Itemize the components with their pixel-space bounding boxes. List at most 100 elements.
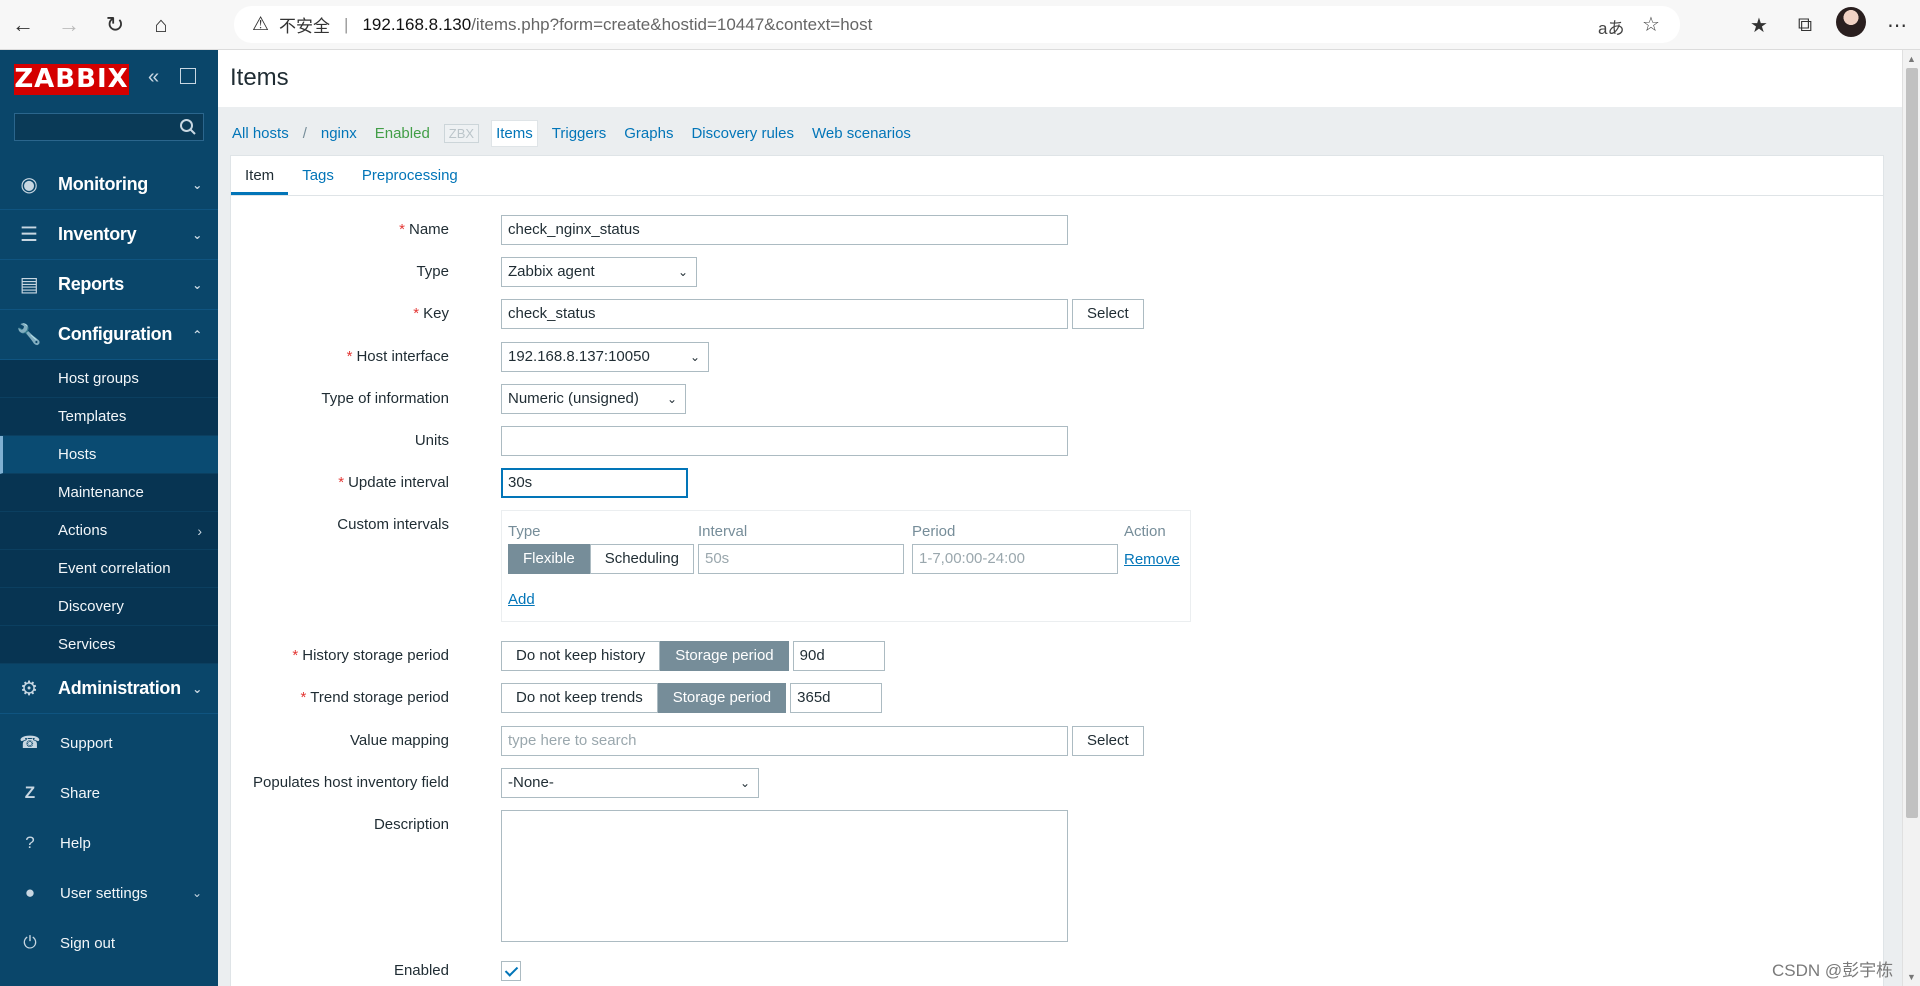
more-icon[interactable]: ⋯ [1874, 13, 1920, 38]
form-row-type: Type Zabbix agent ⌄ [231, 257, 1831, 287]
headset-icon: ☎ [19, 733, 41, 752]
submenu-services[interactable]: Services [0, 626, 218, 664]
add-favorite-icon[interactable]: ☆ [1642, 12, 1660, 37]
host-interface-select[interactable]: 192.168.8.137:10050 ⌄ [501, 342, 709, 372]
key-select-button[interactable]: Select [1072, 299, 1144, 329]
menu-configuration[interactable]: 🔧 Configuration ⌃ [0, 310, 218, 360]
profile-avatar[interactable] [1828, 7, 1874, 43]
menu-monitoring[interactable]: ◉ Monitoring ⌄ [0, 160, 218, 210]
menu-administration[interactable]: ⚙ Administration ⌄ [0, 664, 218, 714]
favorites-icon[interactable]: ★ [1736, 13, 1782, 38]
menu-inventory[interactable]: ☰ Inventory ⌄ [0, 210, 218, 260]
page-scrollbar[interactable]: ▲ ▼ [1902, 50, 1920, 986]
history-do-not-keep-option[interactable]: Do not keep history [501, 641, 661, 671]
trend-mode-toggle: Do not keep trends Storage period [501, 683, 787, 713]
chevron-up-icon: ⌃ [192, 328, 202, 342]
history-storage-period-option[interactable]: Storage period [660, 641, 789, 671]
menu-sign-out[interactable]: ⏻ Sign out [0, 918, 218, 968]
read-aloud-icon[interactable]: aあ [1598, 14, 1624, 39]
key-input[interactable]: check_status [501, 299, 1068, 329]
value-mapping-label: Value mapping [350, 732, 449, 749]
wrench-icon: 🔧 [16, 324, 42, 346]
enabled-checkbox[interactable] [501, 961, 521, 981]
submenu-event-correlation[interactable]: Event correlation [0, 550, 218, 588]
ci-header-action: Action [1124, 523, 1166, 540]
trend-period-input[interactable]: 365d [790, 683, 883, 713]
breadcrumb: All hosts / nginx Enabled ZBX Items Trig… [228, 118, 925, 148]
breadcrumb-all-hosts[interactable]: All hosts [228, 121, 293, 146]
submenu-hosts[interactable]: Hosts [0, 436, 218, 474]
breadcrumb-triggers[interactable]: Triggers [548, 121, 610, 146]
gear-icon: ⚙ [20, 678, 38, 700]
forward-icon[interactable]: → [46, 0, 92, 50]
sidebar-search-input[interactable] [14, 113, 204, 141]
trend-storage-period-option[interactable]: Storage period [657, 683, 787, 713]
form-row-inventory: Populates host inventory field -None- ⌄ [231, 768, 1831, 798]
description-textarea[interactable] [501, 810, 1068, 942]
menu-user-settings[interactable]: ● User settings ⌄ [0, 868, 218, 918]
tab-preprocessing[interactable]: Preprocessing [348, 156, 472, 195]
ci-scheduling-option[interactable]: Scheduling [589, 544, 694, 574]
value-mapping-input[interactable]: type here to search [501, 726, 1068, 756]
custom-intervals-table: Type Interval Period Action Flexible Sch… [501, 510, 1191, 622]
tab-tags[interactable]: Tags [288, 156, 348, 195]
tab-item[interactable]: Item [231, 156, 289, 195]
menu-label: Administration [58, 678, 181, 698]
units-input[interactable] [501, 426, 1068, 456]
logo-row: ZABBIX « [0, 50, 218, 106]
home-icon[interactable]: ⌂ [138, 0, 184, 50]
scroll-thumb[interactable] [1906, 68, 1918, 818]
menu-label: Help [60, 834, 91, 852]
ci-flexible-option[interactable]: Flexible [508, 544, 590, 574]
menu-label: Support [60, 734, 113, 752]
breadcrumb-web-scenarios[interactable]: Web scenarios [808, 121, 915, 146]
menu-reports[interactable]: ▤ Reports ⌄ [0, 260, 218, 310]
name-label: * Name [399, 221, 449, 238]
back-icon[interactable]: ← [0, 0, 46, 50]
collapse-sidebar-icon[interactable]: « [148, 66, 159, 89]
menu-help[interactable]: ? Help [0, 818, 218, 868]
address-bar[interactable]: ⚠ 不安全 | 192.168.8.130/items.php?form=cre… [234, 6, 1680, 43]
form-row-host-interface: * Host interface 192.168.8.137:10050 ⌄ [231, 342, 1831, 372]
ci-period-input[interactable]: 1-7,00:00-24:00 [912, 544, 1118, 574]
ci-interval-input[interactable]: 50s [698, 544, 904, 574]
breadcrumb-items[interactable]: Items [491, 119, 538, 147]
ci-add-link[interactable]: Add [508, 591, 535, 608]
ci-remove-link[interactable]: Remove [1124, 551, 1180, 568]
units-label: Units [414, 432, 449, 449]
type-info-select[interactable]: Numeric (unsigned) ⌄ [501, 384, 686, 414]
breadcrumb-host[interactable]: nginx [317, 121, 361, 146]
update-interval-input[interactable]: 30s [501, 468, 688, 498]
host-status-enabled[interactable]: Enabled [371, 121, 434, 146]
item-form-panel: Item Tags Preprocessing * Name check_ngin… [230, 155, 1884, 986]
user-icon: ● [24, 883, 36, 902]
eye-icon: ◉ [20, 174, 38, 196]
submenu-discovery[interactable]: Discovery [0, 588, 218, 626]
history-period-input[interactable]: 90d [792, 641, 885, 671]
type-select[interactable]: Zabbix agent ⌄ [501, 257, 697, 287]
kiosk-mode-icon[interactable] [180, 68, 196, 84]
url-separator: | [344, 14, 349, 34]
scroll-down-icon[interactable]: ▼ [1907, 972, 1916, 982]
form-row-key: * Key check_status Select [231, 299, 1831, 329]
scroll-up-icon[interactable]: ▲ [1907, 54, 1916, 64]
menu-share[interactable]: Z Share [0, 768, 218, 818]
collections-icon[interactable]: ⧉ [1782, 14, 1828, 37]
submenu-host-groups[interactable]: Host groups [0, 360, 218, 398]
value-mapping-select-button[interactable]: Select [1072, 726, 1144, 756]
zabbix-logo[interactable]: ZABBIX [14, 64, 129, 95]
name-input[interactable]: check_nginx_status [501, 215, 1068, 245]
chevron-down-icon: ⌄ [689, 350, 700, 364]
reload-icon[interactable]: ↻ [92, 0, 138, 50]
breadcrumb-graphs[interactable]: Graphs [620, 121, 677, 146]
search-icon[interactable] [179, 118, 197, 136]
submenu-templates[interactable]: Templates [0, 398, 218, 436]
submenu-maintenance[interactable]: Maintenance [0, 474, 218, 512]
ci-header-type: Type [508, 523, 541, 540]
breadcrumb-discovery-rules[interactable]: Discovery rules [687, 121, 798, 146]
inventory-select[interactable]: -None- ⌄ [501, 768, 759, 798]
trend-do-not-keep-option[interactable]: Do not keep trends [501, 683, 658, 713]
main-menu: ◉ Monitoring ⌄ ☰ Inventory ⌄ ▤ Reports ⌄… [0, 160, 218, 714]
submenu-actions[interactable]: Actions › [0, 512, 218, 550]
menu-support[interactable]: ☎ Support [0, 718, 218, 768]
